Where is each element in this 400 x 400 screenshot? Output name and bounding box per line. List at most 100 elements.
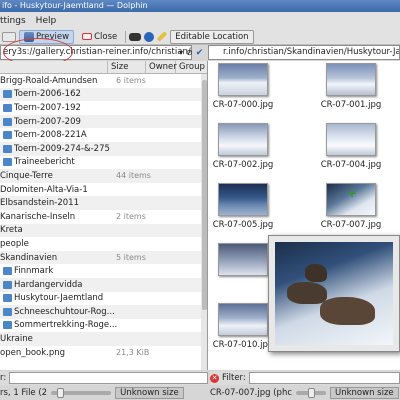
menu-help[interactable]: Help <box>36 16 57 26</box>
menu-settings[interactable]: ttings <box>0 16 26 26</box>
thumbnail-item[interactable]: CR-07-001.jpg <box>316 63 386 110</box>
list-item-name: open_book.png <box>0 348 65 358</box>
list-item-name: people <box>0 239 29 249</box>
list-item-label: Cinque-Terre <box>0 170 53 181</box>
filter-input-left[interactable] <box>9 372 208 384</box>
list-item-name: Cinque-Terre <box>0 171 53 181</box>
list-item-name: Ukraine <box>0 334 33 344</box>
list-item-label: Finnmark <box>14 266 54 277</box>
list-item-name: Schneeschuhtour-Rog... <box>0 307 115 317</box>
edit-icon[interactable] <box>156 31 168 42</box>
list-item[interactable]: Brigg-Roald-Amundsen 6 items <box>0 74 207 88</box>
filter-input-right[interactable] <box>248 372 400 384</box>
add-selection-icon[interactable]: + <box>347 187 357 199</box>
thumbnail-item[interactable]: CR-07-004.jpg <box>316 123 386 170</box>
thumbnail-item[interactable]: CR-07-002.jpg <box>208 123 278 170</box>
zoom-slider-left[interactable] <box>51 388 112 398</box>
folder-icon <box>3 280 12 289</box>
list-item[interactable]: Toern-2007-192 <box>0 101 207 115</box>
folder-icon <box>3 321 12 330</box>
thumbnail-caption: CR-07-001.jpg <box>320 100 382 110</box>
list-item-label: Skandinavien <box>0 252 58 263</box>
list-item[interactable]: Hardangervidda <box>0 277 207 292</box>
list-item[interactable]: Kanarische-Inseln 2 items <box>0 210 207 224</box>
list-item[interactable]: Toern-2009-274-&-275 <box>0 141 207 156</box>
thumbnail-image <box>326 63 376 96</box>
thumbnail-item[interactable]: CR-07-005.jpg <box>208 183 278 230</box>
window-title: ifo - Huskytour-Jaemtland — Dolphin <box>0 0 400 12</box>
list-item-label: Brigg-Roald-Amundsen <box>0 75 98 86</box>
list-item[interactable]: Elbsandstein-2011 <box>0 196 207 210</box>
list-item-label: Toern-2007-192 <box>14 102 81 113</box>
filter-label-left: r: <box>0 373 7 383</box>
location-actions: ▾ ⊘ ✔ <box>176 45 208 60</box>
status-bar-right: CR-07-007.jpg (phc Unknown size <box>210 386 400 400</box>
checkmark-icon[interactable]: ✔ <box>196 48 204 58</box>
list-item[interactable]: Toern-2008-221A <box>0 128 207 142</box>
list-item[interactable]: Kreta <box>0 223 207 238</box>
dropdown-arrow-icon[interactable]: ▾ <box>179 48 183 57</box>
list-item-label: Toern-2009-274-&-275 <box>14 143 110 154</box>
list-item[interactable]: Cinque-Terre 44 items <box>0 169 207 183</box>
view-mode-icon[interactable] <box>2 31 16 42</box>
list-item[interactable]: Ukraine <box>0 332 207 346</box>
zoom-slider-right[interactable] <box>296 388 326 398</box>
folder-icon <box>3 144 12 153</box>
list-item-size: 2 items <box>116 212 146 222</box>
list-item[interactable]: people <box>0 237 207 251</box>
thumbnail-image <box>218 123 268 156</box>
size-column-header[interactable]: Size <box>108 61 146 73</box>
list-item-name: Toern-2007-192 <box>0 103 81 113</box>
list-item[interactable]: Schneeschuhtour-Rog... <box>0 305 207 319</box>
preview-dog <box>287 282 327 304</box>
folder-icon <box>3 131 12 140</box>
list-item[interactable]: Huskytour-Jaemtland <box>0 292 207 306</box>
list-item[interactable]: Traineebericht <box>0 156 207 170</box>
filter-bar-left: r: <box>0 371 208 385</box>
location-bar-right[interactable]: r.info/christian/Skandinavien/Huskytour-… <box>208 45 400 60</box>
list-item[interactable]: Dolomiten-Alta-Via-1 <box>0 183 207 197</box>
list-item-size: 5 items <box>116 253 146 263</box>
close-split-button[interactable]: Close <box>77 30 122 44</box>
name-column-header[interactable] <box>0 61 108 73</box>
list-item[interactable]: Toern-2006-162 <box>0 87 207 102</box>
info-icon[interactable] <box>144 31 155 42</box>
status-bar-left: rs, 1 File (2 Unknown size <box>0 386 208 400</box>
thumbnail-image <box>218 63 268 96</box>
list-item-label: Sommertrekking-Roge... <box>14 320 118 331</box>
location-bar-left[interactable]: ery3s://gallery.christian-reiner.info/ch… <box>0 45 192 60</box>
list-item-name: Dolomiten-Alta-Via-1 <box>0 185 88 195</box>
owner-column-header[interactable]: Owner <box>146 61 177 73</box>
preview-label: Preview <box>36 31 70 42</box>
list-item-label: open_book.png <box>0 347 66 358</box>
list-item-label: Kanarische-Inseln <box>0 211 76 222</box>
thumbnail-image <box>218 303 268 336</box>
list-item-name: Toern-2006-162 <box>0 89 81 99</box>
list-item[interactable]: Toern-2007-209 <box>0 114 207 129</box>
list-item-name: Kreta <box>0 225 23 235</box>
list-item[interactable]: Sommertrekking-Roge... <box>0 319 207 333</box>
clear-filter-icon[interactable]: ✕ <box>210 373 219 383</box>
list-item-name: Huskytour-Jaemtland <box>0 293 103 303</box>
list-item-name: Traineebericht <box>0 157 75 167</box>
close-split-icon <box>82 33 93 40</box>
preview-dog <box>320 297 375 325</box>
list-item[interactable]: open_book.png 21,3 KiB <box>0 346 207 360</box>
group-column-header[interactable]: Group <box>176 61 206 73</box>
clear-location-icon[interactable]: ⊘ <box>186 48 193 57</box>
binoculars-icon[interactable] <box>129 32 142 41</box>
folder-icon <box>3 294 12 303</box>
list-item[interactable]: Skandinavien 5 items <box>0 250 207 265</box>
thumbnail-item[interactable]: CR-07-000.jpg <box>208 63 278 110</box>
unknown-size-left: Unknown size <box>115 387 184 399</box>
preview-image <box>275 242 393 345</box>
thumbnail-caption: CR-07-005.jpg <box>212 220 274 230</box>
list-item[interactable]: Finnmark <box>0 264 207 278</box>
scrollbar-thumb[interactable] <box>202 80 207 310</box>
preview-button[interactable]: Preview <box>19 29 75 44</box>
left-scrollbar[interactable] <box>201 74 207 370</box>
list-item-label: Kreta <box>0 225 23 236</box>
menu-bar: ttings Help <box>0 12 400 29</box>
list-item-label: Traineebericht <box>14 157 75 168</box>
editable-location-button[interactable]: Editable Location <box>170 29 254 44</box>
